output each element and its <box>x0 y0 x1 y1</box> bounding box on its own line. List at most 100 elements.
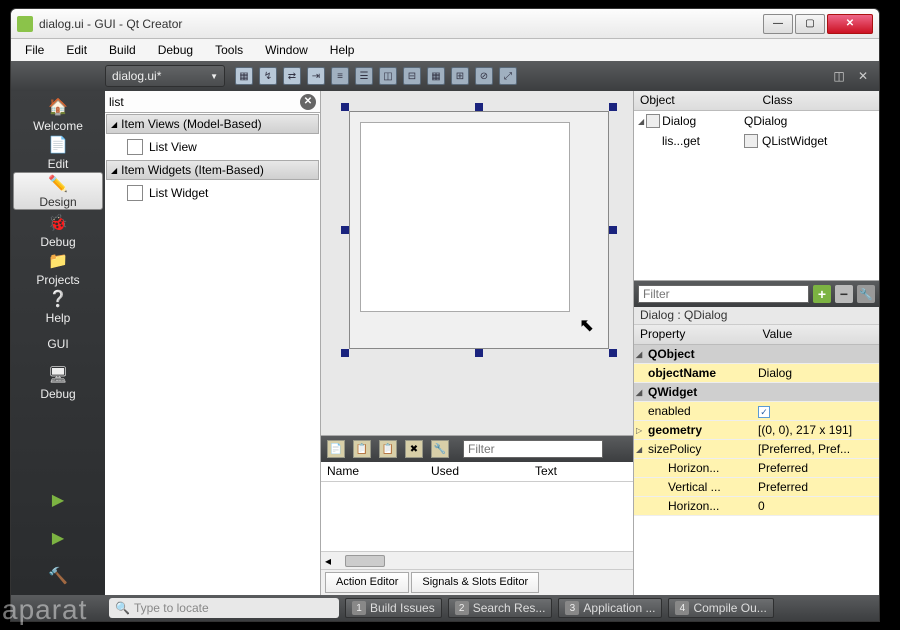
col-object[interactable]: Object <box>634 91 757 110</box>
menu-debug[interactable]: Debug <box>152 41 199 59</box>
collapse-icon[interactable]: ◢ <box>636 350 642 359</box>
panel-close-icon[interactable]: ✕ <box>855 68 871 84</box>
edit-signals-icon[interactable]: ↯ <box>259 67 277 85</box>
collapse-icon[interactable]: ◢ <box>636 388 642 397</box>
resize-handle[interactable] <box>341 349 349 357</box>
prop-horiz-policy[interactable]: Horizon...Preferred <box>634 459 879 478</box>
adjust-size-icon[interactable]: ⤢ <box>499 67 517 85</box>
sidebar-item-welcome[interactable]: 🏠 Welcome <box>13 95 103 133</box>
build-button[interactable]: 🔨 <box>13 557 103 595</box>
edit-buddies-icon[interactable]: ⇄ <box>283 67 301 85</box>
minimize-button[interactable]: — <box>763 14 793 34</box>
sidebar-item-target[interactable]: 🖥 Debug <box>13 363 103 401</box>
sidebar-item-help[interactable]: ❔ Help <box>13 287 103 325</box>
run-debug-button[interactable]: ▶ <box>13 519 103 557</box>
col-value[interactable]: Value <box>757 325 880 344</box>
prop-horiz-stretch[interactable]: Horizon...0 <box>634 497 879 516</box>
resize-handle[interactable] <box>475 349 483 357</box>
copy-action-icon[interactable]: 📋 <box>353 440 371 458</box>
sidebar-item-projects[interactable]: 📁 Projects <box>13 249 103 287</box>
prop-sizepolicy[interactable]: ◢sizePolicy[Preferred, Pref... <box>634 440 879 459</box>
layout-vertical-icon[interactable]: ☰ <box>355 67 373 85</box>
resize-handle[interactable] <box>609 226 617 234</box>
form-canvas[interactable]: ⬉ <box>321 91 633 435</box>
delete-action-icon[interactable]: ✖ <box>405 440 423 458</box>
sidebar-item-debug[interactable]: 🐞 Debug <box>13 211 103 249</box>
output-search-results[interactable]: 2Search Res... <box>448 598 553 618</box>
locator[interactable]: 🔍 Type to locate <box>109 598 339 618</box>
menu-build[interactable]: Build <box>103 41 142 59</box>
menu-help[interactable]: Help <box>324 41 361 59</box>
col-property[interactable]: Property <box>634 325 757 344</box>
checkbox-checked-icon[interactable]: ✓ <box>758 406 770 418</box>
sidebar-item-design[interactable]: ✏️ Design <box>13 172 103 210</box>
prop-objectname[interactable]: objectNameDialog <box>634 364 879 383</box>
layout-grid-icon[interactable]: ▦ <box>427 67 445 85</box>
layout-vert-splitter-icon[interactable]: ⊟ <box>403 67 421 85</box>
prop-vert-policy[interactable]: Vertical ...Preferred <box>634 478 879 497</box>
resize-handle[interactable] <box>475 103 483 111</box>
configure-action-icon[interactable]: 🔧 <box>431 440 449 458</box>
split-icon[interactable]: ◫ <box>831 68 847 84</box>
output-application[interactable]: 3Application ... <box>558 598 662 618</box>
layout-horizontal-icon[interactable]: ≡ <box>331 67 349 85</box>
menubar: File Edit Build Debug Tools Window Help <box>11 39 879 61</box>
open-file-dropdown[interactable]: dialog.ui* ▼ <box>105 65 225 87</box>
action-filter-input[interactable] <box>463 440 603 458</box>
menu-tools[interactable]: Tools <box>209 41 249 59</box>
tab-action-editor[interactable]: Action Editor <box>325 572 409 593</box>
resize-handle[interactable] <box>609 349 617 357</box>
break-layout-icon[interactable]: ⊘ <box>475 67 493 85</box>
action-list[interactable]: ◂ <box>321 482 633 569</box>
add-property-icon[interactable]: + <box>813 285 831 303</box>
output-compile[interactable]: 4Compile Ou... <box>668 598 773 618</box>
resize-handle[interactable] <box>341 103 349 111</box>
expand-icon[interactable]: ▷ <box>636 426 642 435</box>
dialog-widget[interactable] <box>349 111 609 349</box>
resize-handle[interactable] <box>609 103 617 111</box>
new-action-icon[interactable]: 📄 <box>327 440 345 458</box>
edit-icon: 📄 <box>47 134 69 156</box>
edit-widgets-icon[interactable]: ▦ <box>235 67 253 85</box>
expand-icon[interactable]: ◢ <box>638 117 644 126</box>
qlistwidget-instance[interactable] <box>360 122 570 312</box>
scroll-thumb[interactable] <box>345 555 385 567</box>
close-button[interactable]: ✕ <box>827 14 873 34</box>
maximize-button[interactable]: ▢ <box>795 14 825 34</box>
collapse-icon[interactable]: ◢ <box>636 445 642 454</box>
property-filter-input[interactable] <box>638 285 809 303</box>
object-row-listwidget[interactable]: lis...get QListWidget <box>634 131 879 151</box>
layout-form-icon[interactable]: ⊞ <box>451 67 469 85</box>
widget-filter-input[interactable] <box>109 95 300 109</box>
col-name[interactable]: Name <box>321 462 425 481</box>
dialog-selection[interactable] <box>345 107 613 353</box>
widget-category-itemwidgets[interactable]: ◢ Item Widgets (Item-Based) <box>106 160 319 180</box>
prop-geometry[interactable]: ▷geometry[(0, 0), 217 x 191] <box>634 421 879 440</box>
menu-window[interactable]: Window <box>259 41 314 59</box>
widget-listview[interactable]: List View <box>105 135 320 159</box>
titlebar[interactable]: dialog.ui - GUI - Qt Creator — ▢ ✕ <box>11 9 879 39</box>
layout-horiz-splitter-icon[interactable]: ◫ <box>379 67 397 85</box>
configure-icon[interactable]: 🔧 <box>857 285 875 303</box>
widget-category-itemviews[interactable]: ◢ Item Views (Model-Based) <box>106 114 319 134</box>
object-row-dialog[interactable]: ◢ Dialog QDialog <box>634 111 879 131</box>
menu-edit[interactable]: Edit <box>60 41 93 59</box>
run-button[interactable]: ▶ <box>13 481 103 519</box>
edit-tab-order-icon[interactable]: ⇥ <box>307 67 325 85</box>
output-build-issues[interactable]: 1Build Issues <box>345 598 442 618</box>
paste-action-icon[interactable]: 📋 <box>379 440 397 458</box>
widget-listwidget[interactable]: List Widget <box>105 181 320 205</box>
menu-file[interactable]: File <box>19 41 50 59</box>
sidebar-item-kit[interactable]: GUI <box>13 325 103 363</box>
clear-filter-icon[interactable]: ✕ <box>300 94 316 110</box>
prop-enabled[interactable]: enabled✓ <box>634 402 879 421</box>
col-text[interactable]: Text <box>529 462 633 481</box>
resize-handle[interactable] <box>341 226 349 234</box>
col-class[interactable]: Class <box>757 91 880 110</box>
property-editor[interactable]: ◢QObject objectNameDialog ◢QWidget enabl… <box>634 345 879 595</box>
horizontal-scrollbar[interactable]: ◂ <box>321 551 633 569</box>
col-used[interactable]: Used <box>425 462 529 481</box>
sidebar-item-edit[interactable]: 📄 Edit <box>13 133 103 171</box>
tab-signals-slots[interactable]: Signals & Slots Editor <box>411 572 539 593</box>
remove-property-icon[interactable]: − <box>835 285 853 303</box>
